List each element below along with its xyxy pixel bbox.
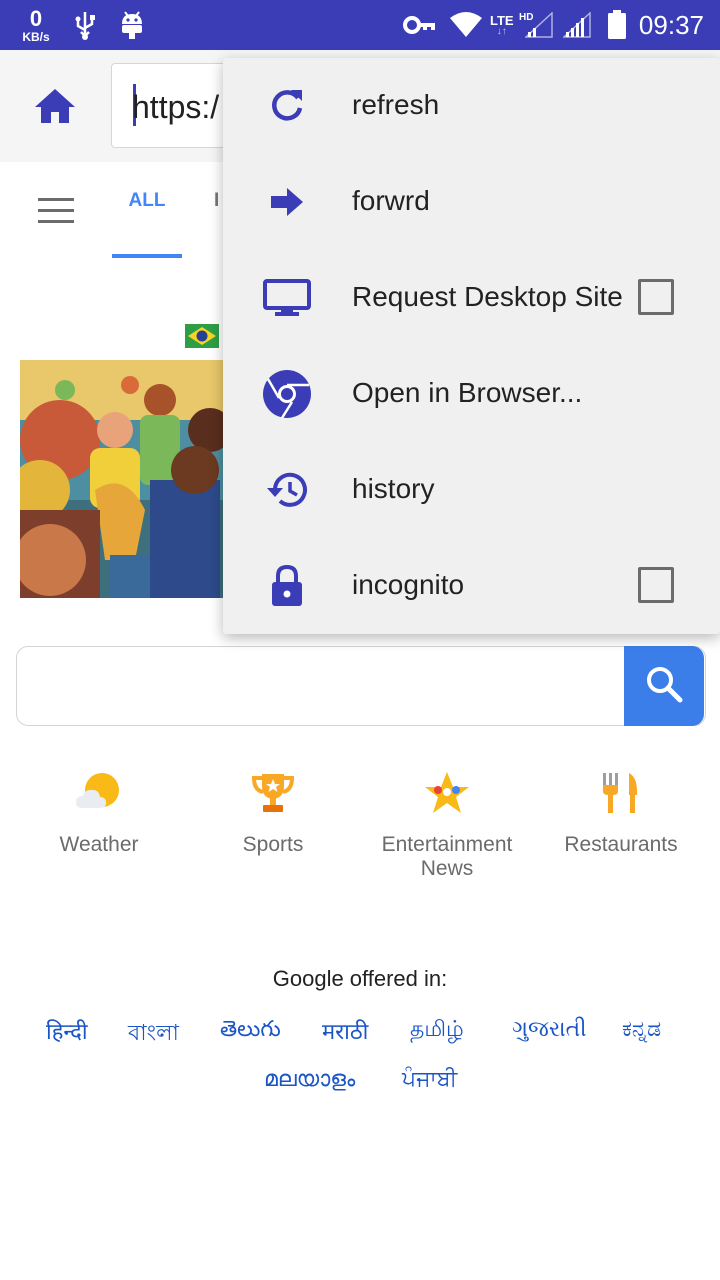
chrome-icon (261, 370, 313, 419)
menu-item-label: Request Desktop Site (352, 281, 623, 312)
fork-knife-icon (536, 765, 706, 821)
menu-item-forward[interactable]: forwrd (223, 154, 720, 250)
tab-all-underline (112, 254, 182, 258)
lang-link-hindi[interactable]: हिन्दी (46, 1016, 88, 1046)
incognito-checkbox[interactable] (638, 567, 674, 603)
refresh-icon (261, 82, 313, 130)
speed-value: 0 (29, 5, 43, 31)
shortcut-label: Weather (59, 833, 139, 856)
lang-link-telugu[interactable]: తెలుగు (220, 1016, 281, 1047)
lang-link-tamil[interactable]: தமிழ் (410, 1016, 464, 1045)
android-debug-icon (116, 0, 148, 50)
clock: 09:37 (638, 9, 704, 40)
google-offered-in: Google offered in: (272, 966, 448, 991)
lte-indicator: LTE ↓↑ (490, 0, 514, 50)
menu-item-label: Open in Browser... (352, 377, 583, 408)
lte-label: LTE (490, 12, 514, 28)
monitor-icon (261, 274, 313, 322)
screen: 0 KB/s LTE ↓↑ HD 09:37 https:/ ALL I Wea… (0, 0, 720, 1280)
google-doodle[interactable] (20, 360, 230, 598)
menu-item-incognito[interactable]: incognito (223, 538, 720, 634)
weather-icon (14, 765, 184, 821)
home-button[interactable] (32, 86, 78, 126)
url-text: https:/ (132, 89, 220, 125)
shortcut-sports[interactable]: Sports (188, 765, 358, 857)
search-button[interactable] (624, 646, 704, 726)
lang-link-kannada[interactable]: ಕನ್ನಡ (622, 1016, 661, 1042)
trophy-icon (188, 765, 358, 821)
menu-item-label: refresh (352, 89, 440, 120)
star-icon (362, 765, 532, 821)
speed-unit: KB/s (22, 29, 50, 44)
shortcut-label: Sports (242, 833, 304, 856)
google-search-input[interactable] (16, 646, 706, 726)
status-bar: 0 KB/s LTE ↓↑ HD 09:37 (0, 0, 720, 50)
shortcut-restaurants[interactable]: Restaurants (536, 765, 706, 857)
network-speed: 0 KB/s (14, 0, 58, 50)
shortcut-entertainment-news[interactable]: Entertainment News (362, 765, 532, 881)
lang-link-bengali[interactable]: বাংলা (128, 1016, 179, 1053)
forward-arrow-icon (261, 178, 313, 226)
lang-link-marathi[interactable]: मराठी (322, 1016, 368, 1046)
menu-item-open-in-browser[interactable]: Open in Browser... (223, 346, 720, 442)
shortcut-label: Entertainment News (381, 833, 513, 880)
lang-link-gujarati[interactable]: ગુજરાતી (512, 1016, 587, 1042)
signal-icon-sim2 (562, 0, 592, 50)
brazil-flag-icon (185, 324, 219, 348)
shortcut-weather[interactable]: Weather (14, 765, 184, 857)
lock-icon (261, 562, 313, 610)
usb-icon (70, 0, 100, 50)
request-desktop-checkbox[interactable] (638, 279, 674, 315)
lang-link-punjabi[interactable]: ਪੰਜਾਬੀ (402, 1066, 457, 1092)
menu-item-request-desktop-site[interactable]: Request Desktop Site (223, 250, 720, 346)
signal-icon-sim1 (524, 0, 554, 50)
menu-item-history[interactable]: history (223, 442, 720, 538)
lte-arrows: ↓↑ (496, 25, 507, 37)
tab-images[interactable]: I (214, 190, 219, 212)
menu-item-label: incognito (352, 569, 465, 600)
vpn-key-icon (402, 0, 438, 50)
history-icon (261, 466, 313, 514)
lang-link-malayalam[interactable]: മലയാളം (264, 1066, 355, 1092)
menu-item-label: history (352, 473, 435, 504)
hamburger-menu-icon[interactable] (38, 198, 74, 224)
search-icon (644, 664, 684, 709)
tab-all[interactable]: ALL (112, 190, 182, 220)
shortcut-label: Restaurants (564, 833, 678, 856)
menu-item-label: forwrd (352, 185, 430, 216)
wifi-icon (448, 0, 484, 50)
menu-item-refresh[interactable]: refresh (223, 58, 720, 154)
battery-icon (604, 0, 630, 50)
overflow-menu: refresh forwrd Request Desktop Site Open… (223, 58, 720, 634)
